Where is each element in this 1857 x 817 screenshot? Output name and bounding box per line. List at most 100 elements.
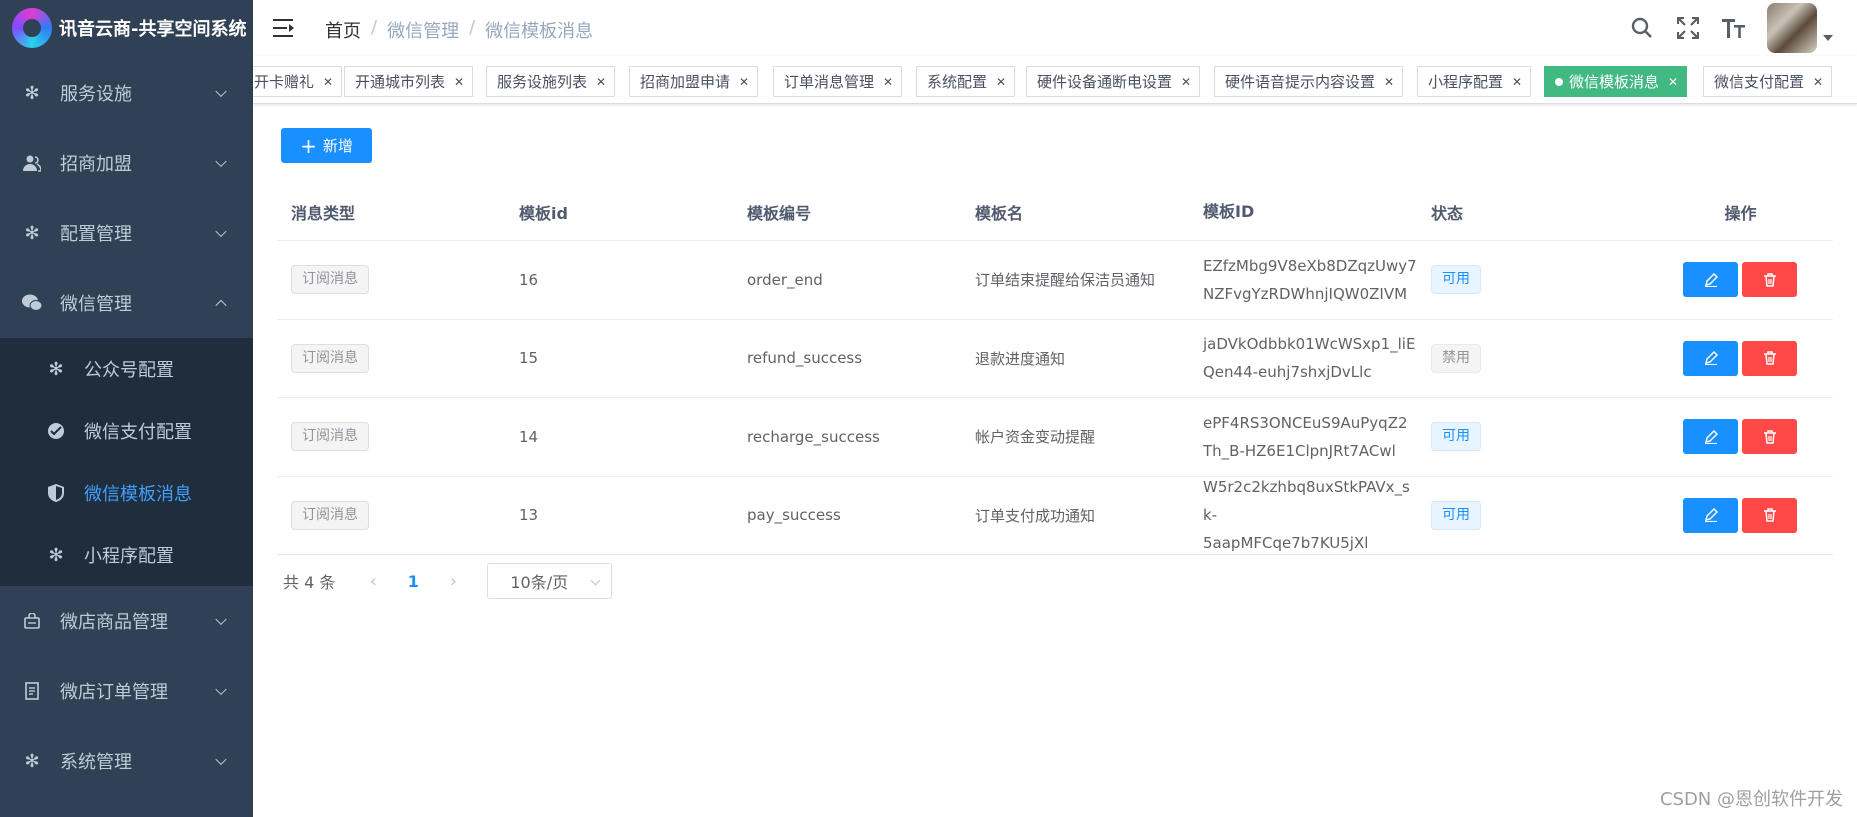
wechat-submenu: ✻ 公众号配置 微信支付配置 微信模板消息 ✻ 小程序配置 xyxy=(0,338,253,586)
hamburger-icon[interactable] xyxy=(273,18,295,38)
shield-icon xyxy=(46,483,66,503)
caret-down-icon[interactable] xyxy=(1823,35,1833,41)
type-badge: 订阅消息 xyxy=(291,265,369,295)
sidebar-item-template-message[interactable]: 微信模板消息 xyxy=(0,462,253,524)
wechat-icon xyxy=(22,293,42,313)
chevron-down-icon xyxy=(215,155,227,168)
chevron-left-icon[interactable]: ‹ xyxy=(353,571,393,592)
sidebar-item-label: 微信支付配置 xyxy=(84,422,192,443)
page-size-select[interactable]: 10条/页 xyxy=(487,563,613,599)
cell-id: 15 xyxy=(519,349,539,368)
column-header: 模板id xyxy=(519,203,568,223)
close-icon[interactable]: ✕ xyxy=(1813,75,1823,89)
sidebar-item-label: 微信管理 xyxy=(60,294,132,315)
close-icon[interactable]: ✕ xyxy=(1384,75,1394,89)
cell-code: refund_success xyxy=(747,349,863,368)
close-icon[interactable]: ✕ xyxy=(454,75,464,89)
cell-name: 帐户资金变动提醒 xyxy=(975,428,1096,447)
tag-item[interactable]: 开通城市列表 ✕ xyxy=(344,66,474,97)
cell-id: 14 xyxy=(519,427,539,446)
gear-icon: ✻ xyxy=(48,544,64,566)
chevron-down-icon xyxy=(215,85,227,98)
tag-item[interactable]: 小程序配置 ✕ xyxy=(1417,66,1532,97)
tag-item[interactable]: 硬件设备通断电设置 ✕ xyxy=(1026,66,1201,97)
tag-item[interactable]: 硬件语音提示内容设置 ✕ xyxy=(1214,66,1404,97)
chevron-down-icon xyxy=(215,225,227,238)
cell-template-id: ePF4RS3ONCEuS9AuPyqZ2 Th_B-HZ6E1ClpnJRt7A… xyxy=(1203,413,1408,460)
sidebar-item-label: 系统管理 xyxy=(60,752,132,773)
edit-button[interactable] xyxy=(1683,340,1738,376)
trash-icon xyxy=(1763,351,1776,365)
tag-item[interactable]: 招商加盟申请 ✕ xyxy=(629,66,759,97)
tag-item-active[interactable]: 微信模板消息 ✕ xyxy=(1544,66,1688,97)
user-icon xyxy=(22,153,42,173)
delete-button[interactable] xyxy=(1742,497,1797,533)
column-header: 模板ID xyxy=(1203,201,1255,221)
close-icon[interactable]: ✕ xyxy=(1181,75,1191,89)
sidebar-item-label: 公众号配置 xyxy=(84,360,174,381)
cell-code: order_end xyxy=(747,270,823,289)
add-button[interactable]: + 新增 xyxy=(281,128,372,163)
chevron-up-icon xyxy=(215,299,227,312)
close-icon[interactable]: ✕ xyxy=(739,75,749,89)
brand[interactable]: 讯音云商-共享空间系统 xyxy=(0,0,253,56)
sidebar-item-label: 服务设施 xyxy=(60,84,132,105)
cell-name: 订单结束提醒给保洁员通知 xyxy=(975,271,1156,290)
close-icon[interactable]: ✕ xyxy=(996,75,1006,89)
tag-item[interactable]: 微信支付配置 ✕ xyxy=(1703,66,1833,97)
tag-item[interactable]: 服务设施列表 ✕ xyxy=(486,66,616,97)
delete-button[interactable] xyxy=(1742,340,1797,376)
gear-icon: ✻ xyxy=(24,82,40,104)
gear-icon: ✻ xyxy=(24,750,40,772)
edit-icon xyxy=(1704,429,1718,444)
edit-icon xyxy=(1704,351,1718,366)
avatar[interactable] xyxy=(1767,3,1817,53)
sidebar-item-system[interactable]: ✻ 系统管理 xyxy=(0,726,253,796)
breadcrumb-home[interactable]: 首页 xyxy=(325,17,361,43)
table-row: 订阅消息 15 refund_success 退款进度通知 jaDVkOdbbk… xyxy=(277,320,1833,398)
sidebar-item-official-account[interactable]: ✻ 公众号配置 xyxy=(0,338,253,400)
sidebar-item-service-facilities[interactable]: ✻ 服务设施 xyxy=(0,58,253,128)
table-row: 订阅消息 16 order_end 订单结束提醒给保洁员通知 EZfzMbg9V… xyxy=(277,241,1833,320)
sidebar-item-shop-orders[interactable]: 微店订单管理 xyxy=(0,656,253,726)
tag-item[interactable]: 开卡赠礼 ✕ xyxy=(253,66,343,97)
table-header: 消息类型 模板id 模板编号 模板名 模板ID 状态 操作 xyxy=(277,183,1833,241)
column-header: 模板编号 xyxy=(747,203,812,223)
sidebar-item-wechat[interactable]: 微信管理 xyxy=(0,268,253,338)
chevron-down-icon xyxy=(215,753,227,766)
fullscreen-icon[interactable] xyxy=(1665,0,1711,56)
chevron-down-icon xyxy=(215,683,227,696)
tag-item[interactable]: 系统配置 ✕ xyxy=(916,66,1016,97)
breadcrumb-wechat[interactable]: 微信管理 xyxy=(387,17,459,43)
font-size-icon[interactable] xyxy=(1711,0,1757,56)
chevron-right-icon[interactable]: › xyxy=(433,571,473,592)
close-icon[interactable]: ✕ xyxy=(883,75,893,89)
delete-button[interactable] xyxy=(1742,262,1797,298)
pagination: 共 4 条 ‹ 1 › 10条/页 xyxy=(283,563,613,599)
sidebar-item-shop-products[interactable]: 微店商品管理 xyxy=(0,586,253,656)
delete-button[interactable] xyxy=(1742,419,1797,455)
status-badge: 可用 xyxy=(1431,500,1481,530)
sidebar-item-config[interactable]: ✻ 配置管理 xyxy=(0,198,253,268)
status-badge: 可用 xyxy=(1431,422,1481,452)
sidebar-item-franchise[interactable]: 招商加盟 xyxy=(0,128,253,198)
page-number[interactable]: 1 xyxy=(393,572,433,591)
tag-item[interactable]: 订单消息管理 ✕ xyxy=(773,66,903,97)
column-header: 操作 xyxy=(1724,203,1757,223)
cell-code: pay_success xyxy=(747,506,841,525)
status-badge: 禁用 xyxy=(1431,343,1481,373)
edit-button[interactable] xyxy=(1683,262,1738,298)
search-icon[interactable] xyxy=(1619,0,1665,56)
order-icon xyxy=(22,681,42,701)
edit-button[interactable] xyxy=(1683,419,1738,455)
sidebar-item-label: 微店商品管理 xyxy=(60,612,168,633)
close-icon[interactable]: ✕ xyxy=(1668,75,1678,89)
close-icon[interactable]: ✕ xyxy=(1512,75,1522,89)
close-icon[interactable]: ✕ xyxy=(323,75,333,89)
sidebar-item-label: 微信模板消息 xyxy=(84,484,192,505)
sidebar-item-wechat-pay[interactable]: 微信支付配置 xyxy=(0,400,253,462)
sidebar-item-mini-program[interactable]: ✻ 小程序配置 xyxy=(0,524,253,586)
sidebar: 讯音云商-共享空间系统 ✻ 服务设施 招商加盟 ✻ 配置管理 微信管理 ✻ 公众… xyxy=(0,0,253,817)
edit-button[interactable] xyxy=(1683,497,1738,533)
close-icon[interactable]: ✕ xyxy=(596,75,606,89)
